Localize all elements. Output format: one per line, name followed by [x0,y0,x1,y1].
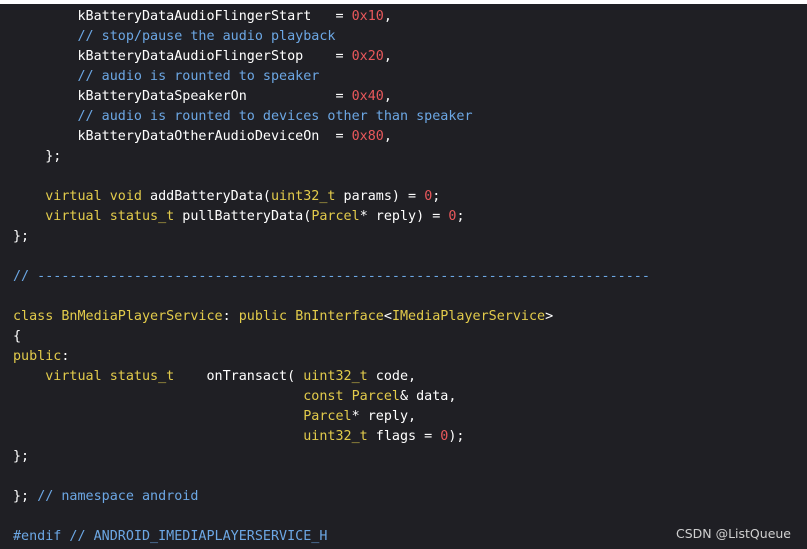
code-token-type: uint32_t [271,189,336,204]
code-token-type: Parcel [303,409,352,424]
code-token-comment: // -------------------------------------… [13,269,650,284]
code-token-comment: // namespace android [37,489,199,504]
code-line: class BnMediaPlayerService: public BnInt… [13,307,650,327]
code-line: }; [13,147,650,167]
code-token-keyword: virtual [45,209,102,224]
code-token-plain: code, [367,369,417,384]
code-token-type: uint32_t [303,429,368,444]
code-token-keyword: public [238,309,288,324]
code-line: kBatteryDataOtherAudioDeviceOn = 0x80, [13,127,650,147]
code-token-plain: , [383,129,392,144]
code-token-type: status_t [109,369,175,384]
code-editor: kBatteryDataAudioFlingerStart = 0x10, //… [0,4,807,549]
watermark: CSDN @ListQueue [675,526,791,541]
code-line: public: [13,347,650,367]
code-token-plain: ; [456,209,465,224]
code-token-type: Parcel [351,389,400,404]
code-token-comment: // audio is rounted to speaker [13,69,320,84]
code-token-plain: }; [13,489,38,504]
code-token-plain: < [383,309,392,324]
code-token-preproc: #endif // ANDROID_IMEDIAPLAYERSERVICE_H [13,529,328,544]
code-token-type: status_t [109,209,175,224]
code-token-plain: }; [13,229,30,244]
code-line: const Parcel& data, [13,387,650,407]
code-token-plain: kBatteryDataSpeakerOn = [13,89,352,104]
code-token-number: 0x20 [351,49,384,64]
code-token-plain: * reply) = [359,209,449,224]
code-token-plain: }; [13,449,30,464]
code-block: kBatteryDataAudioFlingerStart = 0x10, //… [13,7,650,547]
code-token-keyword: virtual [45,369,102,384]
code-token-keyword: const [303,389,344,404]
code-token-type: uint32_t [303,369,368,384]
code-token-plain: kBatteryDataAudioFlingerStart = [13,9,352,24]
code-line: // audio is rounted to devices other tha… [13,107,650,127]
code-token-type: Parcel [311,209,360,224]
code-token-plain: pullBatteryData( [174,209,312,224]
code-line: uint32_t flags = 0); [13,427,650,447]
code-line: virtual status_t onTransact( uint32_t co… [13,367,650,387]
code-token-plain: , [383,49,392,64]
code-token-plain: : [222,309,239,324]
code-token-plain: flags = [367,429,441,444]
code-line: }; [13,447,650,467]
code-token-plain: * reply, [351,409,417,424]
code-token-type: BnInterface [295,309,384,324]
code-token-plain: kBatteryDataAudioFlingerStop = [13,49,352,64]
code-line: { [13,327,650,347]
code-token-plain: : [61,349,70,364]
code-token-keyword: virtual [45,189,102,204]
code-token-type: BnMediaPlayerService [61,309,223,324]
code-token-number: 0x10 [351,9,384,24]
code-line: // stop/pause the audio playback [13,27,650,47]
code-token-type: void [109,189,142,204]
code-token-plain: }; [13,149,62,164]
code-token-plain: { [13,329,22,344]
code-token-plain: ; [432,189,441,204]
code-token-plain: kBatteryDataOtherAudioDeviceOn = [13,129,352,144]
code-token-plain: , [383,89,392,104]
code-line: }; // namespace android [13,487,650,507]
code-token-plain: addBatteryData( [142,189,271,204]
code-line: // audio is rounted to speaker [13,67,650,87]
code-token-comment: // stop/pause the audio playback [13,29,336,44]
code-line: #endif // ANDROID_IMEDIAPLAYERSERVICE_H [13,527,650,547]
code-line: kBatteryDataSpeakerOn = 0x40, [13,87,650,107]
code-token-plain: ); [448,429,465,444]
code-line: virtual void addBatteryData(uint32_t par… [13,187,650,207]
code-line: Parcel* reply, [13,407,650,427]
code-line: }; [13,227,650,247]
code-token-number: 0x80 [351,129,384,144]
code-line: kBatteryDataAudioFlingerStart = 0x10, [13,7,650,27]
code-line: virtual status_t pullBatteryData(Parcel*… [13,207,650,227]
code-token-keyword: public [13,349,62,364]
code-token-number: 0x40 [351,89,384,104]
code-token-comment: // audio is rounted to devices other tha… [13,109,473,124]
code-line: // -------------------------------------… [13,267,650,287]
code-token-type: IMediaPlayerService [391,309,546,324]
code-line: kBatteryDataAudioFlingerStop = 0x20, [13,47,650,67]
code-token-plain: params) = [335,189,425,204]
code-token-keyword: class [13,309,54,324]
code-token-plain: onTransact( [174,369,304,384]
code-token-plain: , [383,9,392,24]
code-token-plain: > [545,309,554,324]
code-token-plain: & data, [399,389,457,404]
